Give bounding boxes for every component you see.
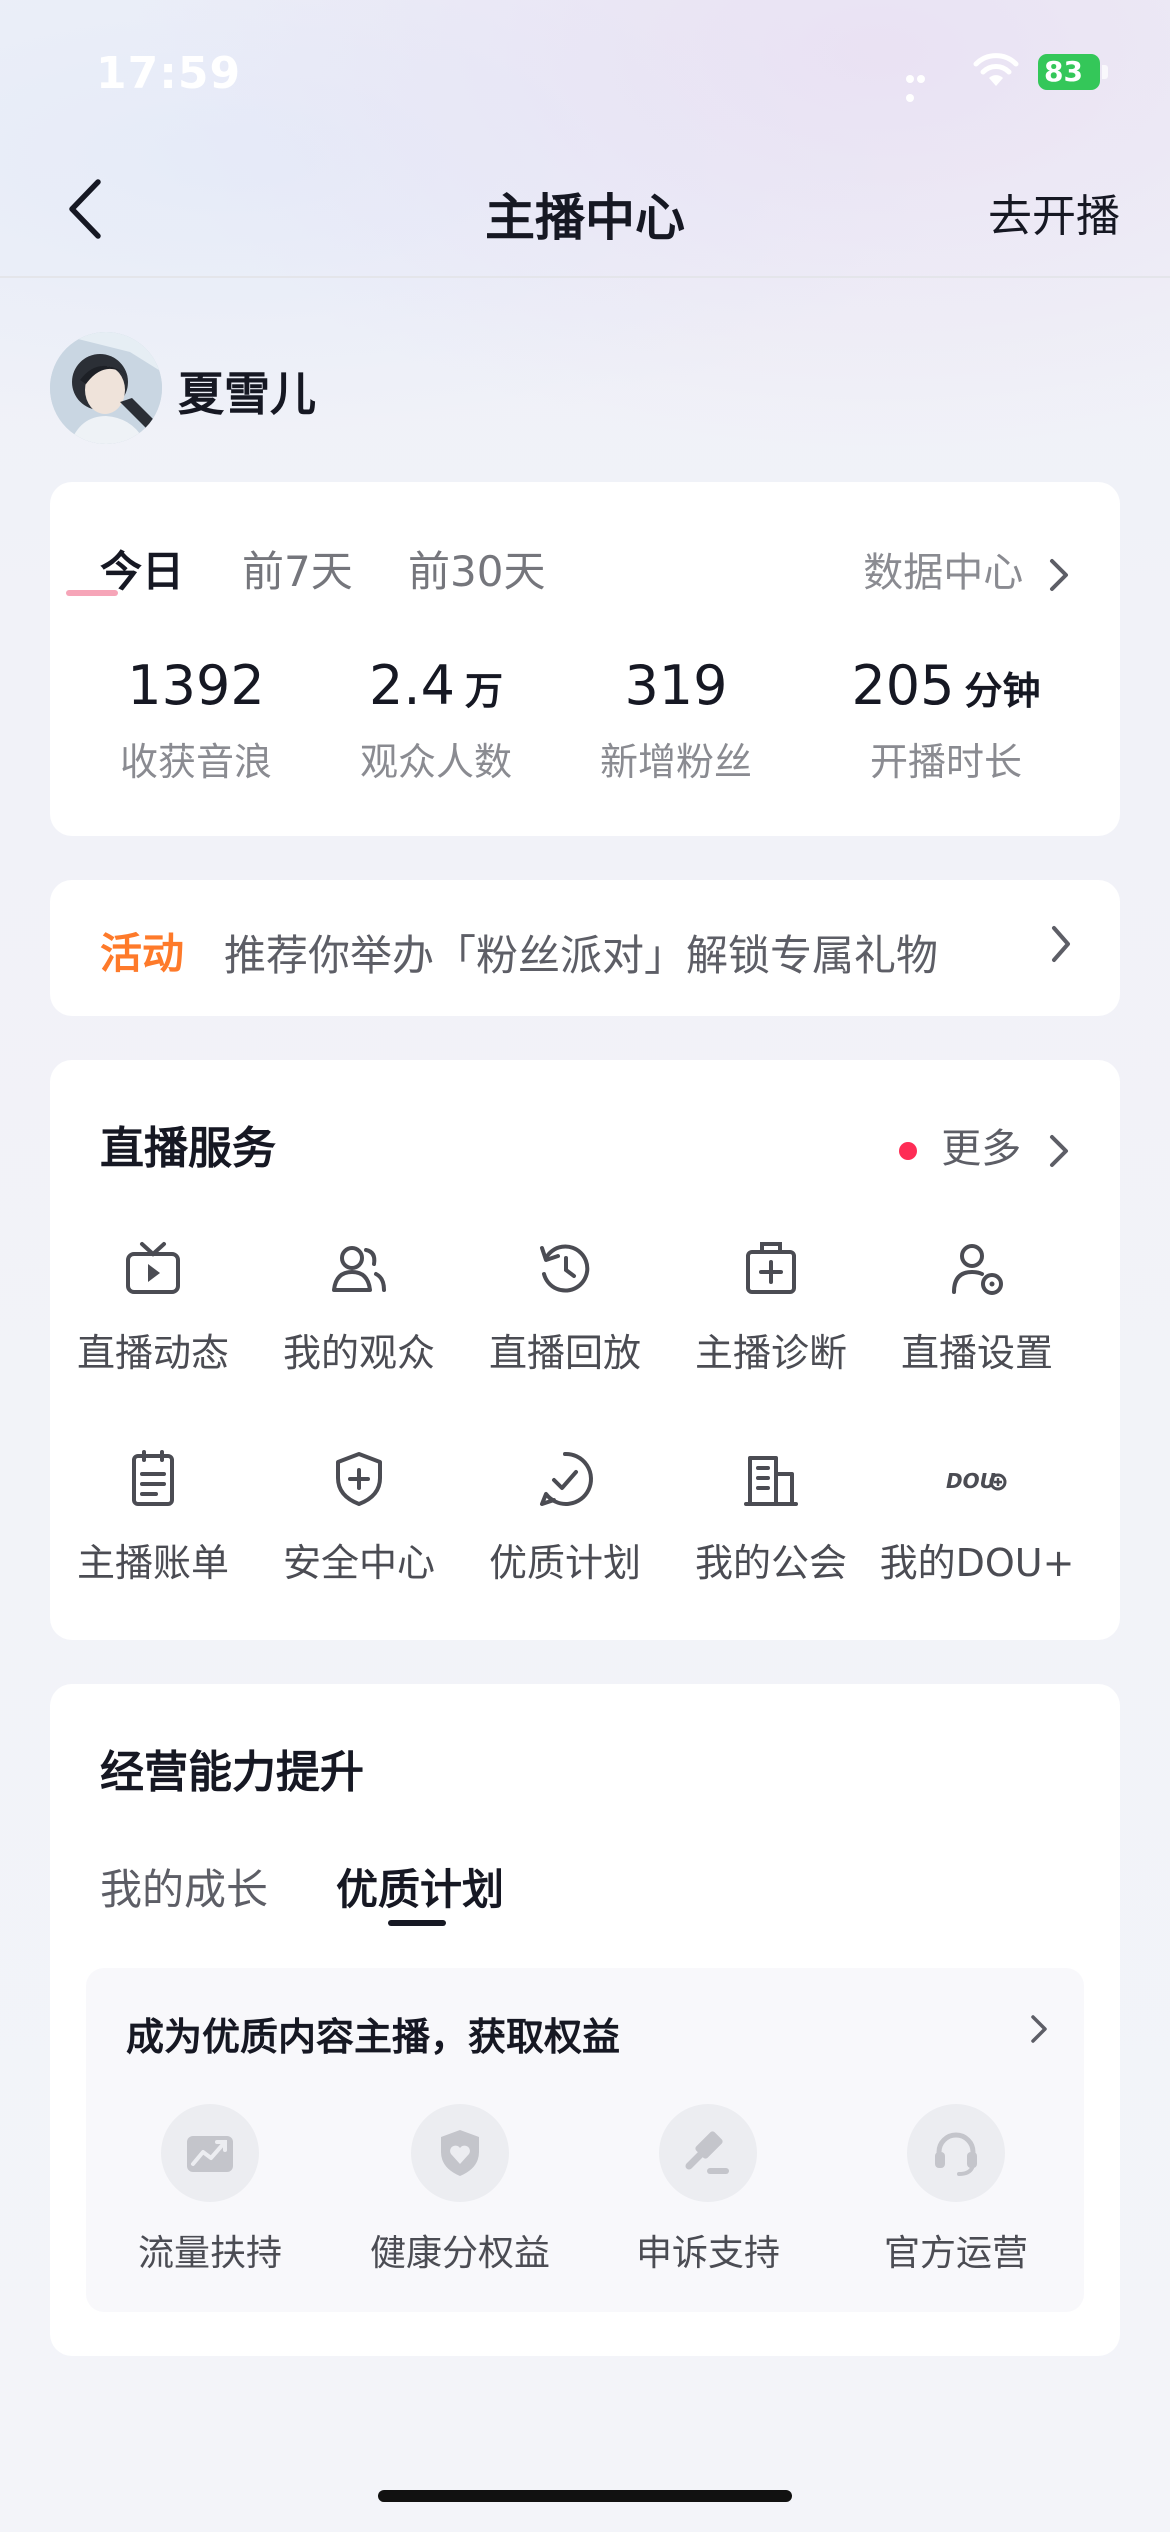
stat-live-duration[interactable]: 205 分钟 开播时长 [816, 654, 1076, 786]
battery-level: 83 [1038, 54, 1100, 90]
service-label: 主播诊断 [694, 1331, 847, 1375]
status-bar: 17:59 83 [0, 0, 1170, 140]
data-center-label: 数据中心 [863, 550, 1024, 596]
svg-text:DOU: DOU [946, 1469, 996, 1493]
check-circle-icon [540, 1451, 593, 1506]
tab-7-days[interactable]: 前7天 [242, 538, 353, 599]
chevron-right-icon [1052, 926, 1070, 962]
service-security[interactable]: 安全中心 [256, 1448, 462, 1587]
stat-label: 开播时长 [869, 740, 1022, 784]
data-center-link[interactable]: 数据中心 [863, 540, 1070, 598]
benefit-icon-bg [907, 2104, 1005, 2202]
service-label: 我的公会 [694, 1541, 847, 1585]
business-growth-card: 经营能力提升 我的成长 优质计划 成为优质内容主播，获取权益 流量扶持 健康分权… [50, 1684, 1120, 2356]
nav-bar: 主播中心 去开播 [0, 140, 1170, 278]
benefit-icon-bg [411, 2104, 509, 2202]
service-label: 主播账单 [76, 1541, 229, 1585]
stat-label: 观众人数 [359, 740, 512, 784]
benefit-official-operation[interactable]: 官方运营 [846, 2104, 1066, 2276]
stats-card: 今日 前7天 前30天 数据中心 1392 收获音浪 2.4 万 观众人数 319… [50, 482, 1120, 836]
activity-banner[interactable]: 活动 推荐你举办「粉丝派对」解锁专属礼物 [50, 880, 1120, 1016]
more-label: 更多 [941, 1126, 1022, 1172]
avatar-portrait-icon [50, 332, 162, 444]
go-live-button[interactable]: 去开播 [988, 180, 1120, 244]
service-label: 我的观众 [282, 1331, 435, 1375]
battery-cap-icon [1102, 65, 1108, 79]
status-time: 17:59 [96, 48, 242, 99]
service-live-feed[interactable]: 直播动态 [50, 1238, 256, 1377]
avatar[interactable] [50, 332, 162, 444]
stat-sound-waves[interactable]: 1392 收获音浪 [96, 654, 296, 786]
home-indicator[interactable] [378, 2490, 792, 2502]
active-tab-indicator [66, 590, 118, 596]
active-tab-indicator [388, 1920, 446, 1926]
panel-title: 成为优质内容主播，获取权益 [126, 2015, 621, 2059]
live-services-card: 直播服务 更多 直播动态 我的观众 直播回放 主播诊断 直播设置 主播账单 安全… [50, 1060, 1120, 1640]
service-label: 直播设置 [900, 1331, 1053, 1375]
gavel-icon [685, 2131, 729, 2174]
quality-plan-panel[interactable]: 成为优质内容主播，获取权益 流量扶持 健康分权益 申诉支持 官方运营 [86, 1968, 1084, 2312]
stat-unit: 万 [464, 669, 503, 713]
stat-viewers[interactable]: 2.4 万 观众人数 [336, 654, 536, 786]
benefit-label: 流量扶持 [137, 2233, 282, 2274]
activity-tag: 活动 [100, 929, 185, 978]
stat-value: 1392 [127, 654, 265, 717]
benefit-health-score[interactable]: 健康分权益 [350, 2104, 570, 2276]
service-label: 优质计划 [488, 1541, 641, 1585]
stat-label: 收获音浪 [119, 740, 272, 784]
stat-unit: 分钟 [964, 669, 1041, 713]
service-label: 直播回放 [488, 1331, 641, 1375]
signal-dots-icon [906, 68, 936, 102]
traffic-chart-icon [187, 2136, 233, 2172]
headset-icon [935, 2132, 977, 2176]
user-settings-icon [952, 1244, 1003, 1295]
chevron-right-icon [1050, 1135, 1068, 1167]
stat-value: 2.4 万 [369, 654, 503, 717]
notification-dot [899, 1142, 918, 1160]
stat-value: 205 分钟 [851, 654, 1041, 717]
benefit-label: 申诉支持 [635, 2233, 780, 2274]
tab-30-days[interactable]: 前30天 [408, 538, 545, 599]
service-bill[interactable]: 主播账单 [50, 1448, 256, 1587]
activity-text: 推荐你举办「粉丝派对」解锁专属礼物 [224, 931, 939, 980]
stat-label: 新增粉丝 [599, 740, 752, 784]
service-dou-plus[interactable]: DOU 我的DOU+ [874, 1448, 1080, 1587]
chevron-right-icon [1031, 2015, 1047, 2043]
dou-plus-icon: DOU [946, 1469, 1007, 1493]
benefit-traffic-support[interactable]: 流量扶持 [100, 2104, 320, 2276]
service-label: 安全中心 [282, 1541, 435, 1585]
benefit-label: 健康分权益 [369, 2233, 550, 2274]
benefit-icon-bg [659, 2104, 757, 2202]
username: 夏雪儿 [178, 367, 316, 421]
benefit-icon-bg [161, 2104, 259, 2202]
chevron-right-icon [1050, 559, 1068, 591]
building-icon [744, 1456, 798, 1506]
stat-value: 319 [624, 654, 728, 717]
benefit-label: 官方运营 [883, 2233, 1028, 2274]
tab-quality-plan[interactable]: 优质计划 [336, 1856, 504, 1917]
section-title: 经营能力提升 [100, 1747, 364, 1798]
service-replay[interactable]: 直播回放 [462, 1238, 668, 1377]
tab-my-growth[interactable]: 我的成长 [100, 1856, 268, 1917]
more-link[interactable]: 更多 [899, 1116, 1070, 1174]
shield-icon [336, 1452, 382, 1506]
stat-new-fans[interactable]: 319 新增粉丝 [576, 654, 776, 786]
medical-kit-icon [746, 1242, 796, 1294]
bill-icon [132, 1450, 174, 1506]
service-diagnosis[interactable]: 主播诊断 [668, 1238, 874, 1377]
wifi-icon [973, 53, 1019, 86]
shield-heart-icon [441, 2130, 479, 2176]
tv-play-icon [126, 1242, 180, 1294]
service-live-settings[interactable]: 直播设置 [874, 1238, 1080, 1377]
section-title: 直播服务 [100, 1123, 276, 1174]
service-quality-plan[interactable]: 优质计划 [462, 1448, 668, 1587]
service-label: 我的DOU+ [879, 1541, 1075, 1585]
audience-icon [332, 1246, 386, 1292]
service-my-guild[interactable]: 我的公会 [668, 1448, 874, 1587]
replay-icon [540, 1244, 590, 1293]
service-label: 直播动态 [76, 1331, 229, 1375]
benefit-appeal-support[interactable]: 申诉支持 [598, 2104, 818, 2276]
service-my-audience[interactable]: 我的观众 [256, 1238, 462, 1377]
